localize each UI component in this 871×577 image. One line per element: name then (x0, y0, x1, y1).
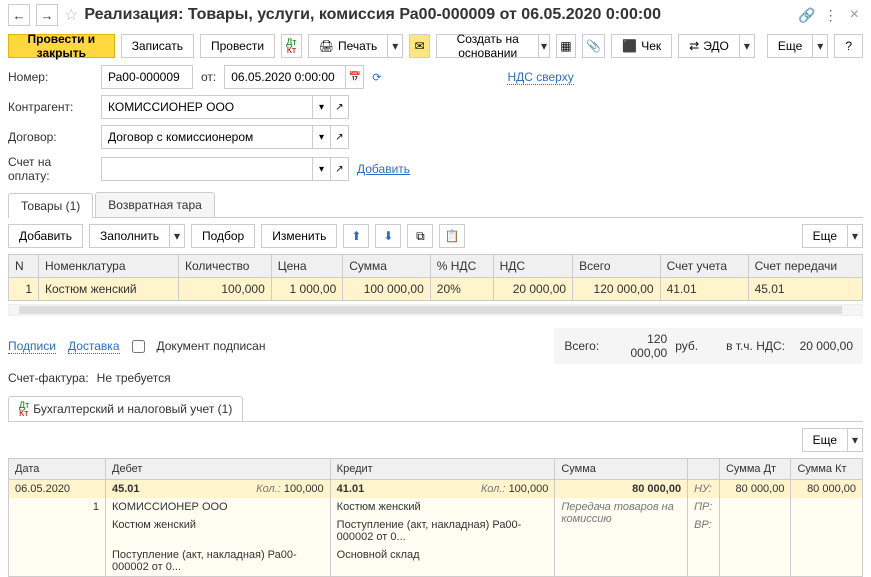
write-button[interactable]: Записать (121, 34, 194, 58)
create-based-caret[interactable]: ▾ (538, 34, 549, 58)
tab-goods[interactable]: Товары (1) (8, 193, 93, 218)
lcol-sumkt[interactable]: Сумма Кт (791, 459, 863, 480)
doc-signed-label: Документ подписан (157, 339, 266, 353)
vat-value: 20 000,00 (793, 339, 853, 353)
contractor-dropdown[interactable]: ▾ (312, 96, 330, 118)
dt-kt-icon-button[interactable]: ДтКт (281, 34, 302, 58)
copy-button[interactable]: ⧉ (407, 224, 433, 248)
add-account-link[interactable]: Добавить (357, 162, 410, 176)
col-sum[interactable]: Сумма (343, 255, 431, 278)
contractor-input[interactable] (102, 96, 312, 118)
contract-label: Договор: (8, 130, 93, 144)
lcol-credit[interactable]: Кредит (330, 459, 555, 480)
post-and-close-button[interactable]: Провести и закрыть (8, 34, 115, 58)
more-menu-icon[interactable]: ⋮ (824, 7, 838, 24)
from-label: от: (201, 70, 216, 84)
vat-link[interactable]: НДС сверху (507, 70, 573, 85)
col-vat[interactable]: НДС (493, 255, 573, 278)
account-label: Счет на оплату: (8, 155, 93, 183)
ledger-table: Дата Дебет Кредит Сумма Сумма Дт Сумма К… (8, 458, 863, 577)
add-row-button[interactable]: Добавить (8, 224, 83, 248)
lcol-sumdt[interactable]: Сумма Дт (719, 459, 790, 480)
contract-dropdown[interactable]: ▾ (312, 126, 330, 148)
fill-caret[interactable]: ▾ (169, 224, 185, 248)
account-dropdown[interactable]: ▾ (312, 158, 330, 180)
accounting-tab[interactable]: ДтКт Бухгалтерский и налоговый учет (1) (8, 396, 243, 421)
check-button[interactable]: ⬛ Чек (611, 34, 672, 58)
col-vat-pct[interactable]: % НДС (430, 255, 493, 278)
number-input[interactable] (102, 66, 192, 88)
contractor-open[interactable]: ↗ (330, 96, 348, 118)
tab-returnable[interactable]: Возвратная тара (95, 192, 215, 217)
horizontal-scrollbar[interactable] (8, 304, 863, 316)
fill-button[interactable]: Заполнить (89, 224, 169, 248)
contract-open[interactable]: ↗ (330, 126, 348, 148)
delivery-link[interactable]: Доставка (68, 339, 120, 354)
number-label: Номер: (8, 70, 93, 84)
col-nomen[interactable]: Номенклатура (39, 255, 179, 278)
refresh-icon[interactable]: ⟳ (372, 71, 381, 84)
paste-button[interactable]: 📋 (439, 224, 465, 248)
invoice-label: Счет-фактура: (8, 371, 89, 385)
more-button[interactable]: Еще (767, 34, 812, 58)
signatures-link[interactable]: Подписи (8, 339, 56, 354)
currency-label: руб. (675, 339, 698, 353)
post-button[interactable]: Провести (200, 34, 275, 58)
total-value: 120 000,00 (607, 332, 667, 360)
print-button[interactable]: 🖨 Печать (308, 34, 388, 58)
link-icon[interactable]: 🔗 (798, 7, 815, 24)
total-label: Всего: (564, 339, 599, 353)
edo-caret[interactable]: ▾ (739, 34, 755, 58)
change-button[interactable]: Изменить (261, 224, 337, 248)
help-button[interactable]: ? (834, 34, 863, 58)
structure-button[interactable]: ▦ (556, 34, 577, 58)
goods-table: N Номенклатура Количество Цена Сумма % Н… (8, 254, 863, 301)
goods-more-caret[interactable]: ▾ (847, 224, 863, 248)
col-n[interactable]: N (9, 255, 39, 278)
ledger-row[interactable]: 1 КОМИССИОНЕР ООО Костюм женский Передач… (9, 498, 863, 516)
vat-label: в т.ч. НДС: (726, 339, 785, 353)
contract-input[interactable] (102, 126, 312, 148)
select-button[interactable]: Подбор (191, 224, 255, 248)
nav-forward-button[interactable]: → (36, 4, 58, 26)
goods-more-button[interactable]: Еще (802, 224, 847, 248)
acc-more-caret[interactable]: ▾ (847, 428, 863, 452)
col-price[interactable]: Цена (271, 255, 343, 278)
col-acct[interactable]: Счет учета (660, 255, 748, 278)
move-up-button[interactable]: ⬆ (343, 224, 369, 248)
invoice-value: Не требуется (97, 371, 171, 385)
favorite-star-icon[interactable]: ☆ (64, 5, 78, 25)
close-button[interactable]: × (846, 6, 863, 24)
col-total[interactable]: Всего (573, 255, 661, 278)
date-input[interactable] (225, 66, 345, 88)
mail-button[interactable]: ✉ (409, 34, 430, 58)
account-open[interactable]: ↗ (330, 158, 348, 180)
create-based-button[interactable]: Создать на основании (436, 34, 539, 58)
edo-button[interactable]: ⇄ ЭДО (678, 34, 739, 58)
contractor-label: Контрагент: (8, 100, 93, 114)
doc-signed-checkbox[interactable] (132, 340, 145, 353)
ledger-row[interactable]: 06.05.2020 45.01Кол.: 100,000 41.01Кол.:… (9, 480, 863, 499)
move-down-button[interactable]: ⬇ (375, 224, 401, 248)
nav-back-button[interactable]: ← (8, 4, 30, 26)
col-qty[interactable]: Количество (179, 255, 272, 278)
col-acct-tr[interactable]: Счет передачи (748, 255, 862, 278)
ledger-row[interactable]: Костюм женский Поступление (акт, накладн… (9, 516, 863, 546)
lcol-debit[interactable]: Дебет (106, 459, 331, 480)
acc-more-button[interactable]: Еще (802, 428, 847, 452)
calendar-icon[interactable]: 📅 (345, 66, 363, 88)
lcol-date[interactable]: Дата (9, 459, 106, 480)
more-caret[interactable]: ▾ (812, 34, 828, 58)
print-dropdown-caret[interactable]: ▾ (387, 34, 403, 58)
account-input[interactable] (102, 158, 312, 180)
table-row[interactable]: 1 Костюм женский 100,000 1 000,00 100 00… (9, 278, 863, 301)
attachment-button[interactable]: 📎 (582, 34, 605, 58)
page-title: Реализация: Товары, услуги, комиссия Ра0… (84, 6, 792, 24)
lcol-sum[interactable]: Сумма (555, 459, 688, 480)
